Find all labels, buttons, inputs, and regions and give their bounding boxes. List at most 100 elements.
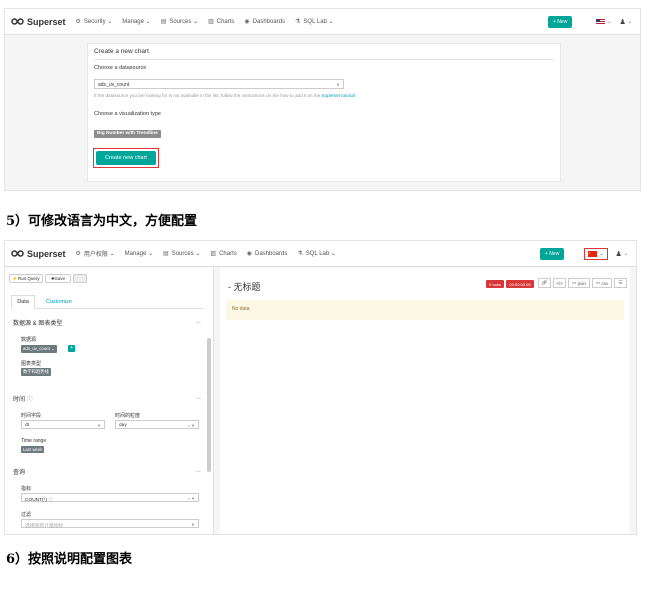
nav-sources[interactable]: ▤ Sources ⌄ [163,250,200,258]
superset-logo[interactable]: Superset [11,17,66,27]
nav-label: Sources [169,18,192,25]
chevron-down-icon: ▼ [191,521,195,527]
chevron-down-icon: ⌄ [623,251,628,257]
hamburger-icon: ☰ [618,280,623,285]
json-button[interactable]: ▭ json [568,278,590,288]
nav-dashboards[interactable]: ◉ Dashboards [244,18,286,26]
viz-type-tag[interactable]: Big Number with Trendline [94,129,161,138]
nav-label: Charts [219,250,237,257]
embed-button[interactable]: </> [553,278,566,288]
datasource-value: ads_uv_count [98,82,130,88]
hint-text: If the datasource you are looking for is… [94,93,322,98]
chart-panel: - 无标题 0 rows 00:00:00.05 🔗︎ </> ▭ json ▭… [220,268,630,534]
time-grain-value: day [119,422,127,428]
nav-label: Dashboards [252,18,286,25]
filter-select[interactable]: 选择和统计量指标 ▼ [21,519,199,529]
nav-manage[interactable]: Manage ⌄ [124,250,153,258]
datasource-label: 数据源 [21,337,37,343]
chevron-up-icon: ︿ [195,468,201,474]
menu-button[interactable]: ☰ [614,278,627,288]
step-6-heading: 6）按照说明配置图表 [6,552,133,567]
viz-type-wrap: Big Number with Trendline [94,121,161,139]
filter-placeholder: 选择和统计量指标 [25,523,64,529]
csv-label: csv [601,280,609,286]
metric-select[interactable]: COUNT(*) ⓘ × ▼ [21,493,199,503]
code-icon: </> [556,280,563,286]
chart-type-tag[interactable]: 数字和趋势线 [21,368,51,376]
nav-label: SQL Lab [303,18,327,25]
nav-label: Manage [124,250,147,257]
highlight-box [93,148,159,168]
logo-text: Superset [27,248,66,259]
nav-security[interactable]: ⚙ Security ⌄ [76,18,113,26]
control-tabs: Data Customize [11,295,203,309]
clear-chevron-icon: × ▼ [187,495,195,501]
tab-customize[interactable]: Customize [39,295,79,309]
metric-value: COUNT(*) [25,497,48,503]
nav-manage[interactable]: Manage ⌄ [122,18,150,26]
run-query-button[interactable]: ⚡ Run Query [9,274,43,283]
screenshot-explore-view: Superset ⚙ 用户权限 ⌄ Manage ⌄ ▤ Sources ⌄ ▥ Ch… [4,240,637,535]
screenshot-create-chart: Superset ⚙ Security ⌄ Manage ⌄ ▤ Sources ⌄… [4,8,641,191]
nav-dashboards[interactable]: ◉ Dashboards [246,250,288,258]
section-query[interactable]: 查询 ︿ [13,467,203,476]
save-button[interactable]: ✚ Save [45,274,71,283]
filter-label: 过滤 [21,512,32,518]
flask-icon: ⚗ [295,19,301,25]
dashboard-icon: ◉ [246,251,252,257]
chart-type-label: 图表类型 [21,361,42,367]
info-icon: ⓘ [26,397,33,403]
nav-charts[interactable]: ▥ Charts [210,250,237,258]
database-icon: ▤ [163,251,169,257]
plus-icon[interactable]: + [68,345,75,352]
link-button[interactable]: 🔗︎ [538,278,551,288]
clear-chevron-icon: × ▼ [187,422,195,428]
dashboard-icon: ◉ [244,19,250,25]
china-flag-icon [588,251,598,257]
datasource-tag[interactable]: ads_uv_count ⌄ [21,345,57,353]
user-icon[interactable]: ♟ [620,18,626,26]
csv-button[interactable]: ▭ csv [592,278,612,288]
section-title: 数据源 & 图表类型 [13,321,63,327]
viz-type-label: Choose a visualization type [94,111,161,117]
nav-sources[interactable]: ▤ Sources ⌄ [160,18,198,26]
time-grain-select[interactable]: day × ▼ [115,420,199,429]
control-panel-scrollbar[interactable] [207,338,211,472]
query-time-badge: 00:00:00.05 [506,280,534,288]
us-flag-icon[interactable] [596,19,606,25]
card-title: Create a new chart [94,44,554,60]
user-icon[interactable]: ♟ [616,250,622,258]
section-datasource-chart-type[interactable]: 数据源 & 图表类型 ︿ [13,318,203,327]
control-panel: ⚡ Run Query ✚ Save Data Customize 数据源 & 图表… [5,268,214,534]
time-column-select[interactable]: dt ▼ [21,420,105,429]
chevron-down-icon: ▼ [336,82,340,87]
chevron-down-icon: ⌄ [627,19,632,25]
link-icon: 🔗︎ [541,280,548,285]
nav-label: SQL Lab [305,250,330,257]
datasource-value: ads_uv_count [23,346,50,351]
nav-security[interactable]: ⚙ 用户权限 ⌄ [76,249,115,258]
toolbar-extra-button[interactable] [73,274,87,283]
new-button[interactable]: + New [548,16,573,28]
cogs-icon: ⚙ [75,251,81,257]
nav-label: Dashboards [255,250,288,257]
datasource-label: Choose a datasource [94,65,147,71]
datasource-select[interactable]: ads_uv_count ▼ [94,79,344,89]
superset-logo[interactable]: Superset [11,249,66,259]
language-selector[interactable]: ⌄ [584,248,608,260]
section-time[interactable]: 时间 ⓘ ︿ [13,394,203,403]
time-range-tag[interactable]: Last week [21,446,45,453]
new-button[interactable]: + New [540,248,565,260]
time-range-label: Time range [21,438,47,444]
chart-title[interactable]: - 无标题 [228,280,261,293]
nav-sql-lab[interactable]: ⚗ SQL Lab ⌄ [297,250,336,258]
bar-chart-icon: ▥ [210,251,217,257]
tab-data[interactable]: Data [11,295,35,309]
nav-sql-lab[interactable]: ⚗ SQL Lab ⌄ [295,18,334,26]
nav-label: Security [83,18,106,25]
time-column-label: 时间字段 [21,413,42,419]
info-icon: ⓘ [48,497,54,503]
database-icon: ▤ [160,19,167,25]
nav-charts[interactable]: ▥ Charts [208,18,234,26]
tutorial-link[interactable]: Superset tutorial [322,93,355,98]
